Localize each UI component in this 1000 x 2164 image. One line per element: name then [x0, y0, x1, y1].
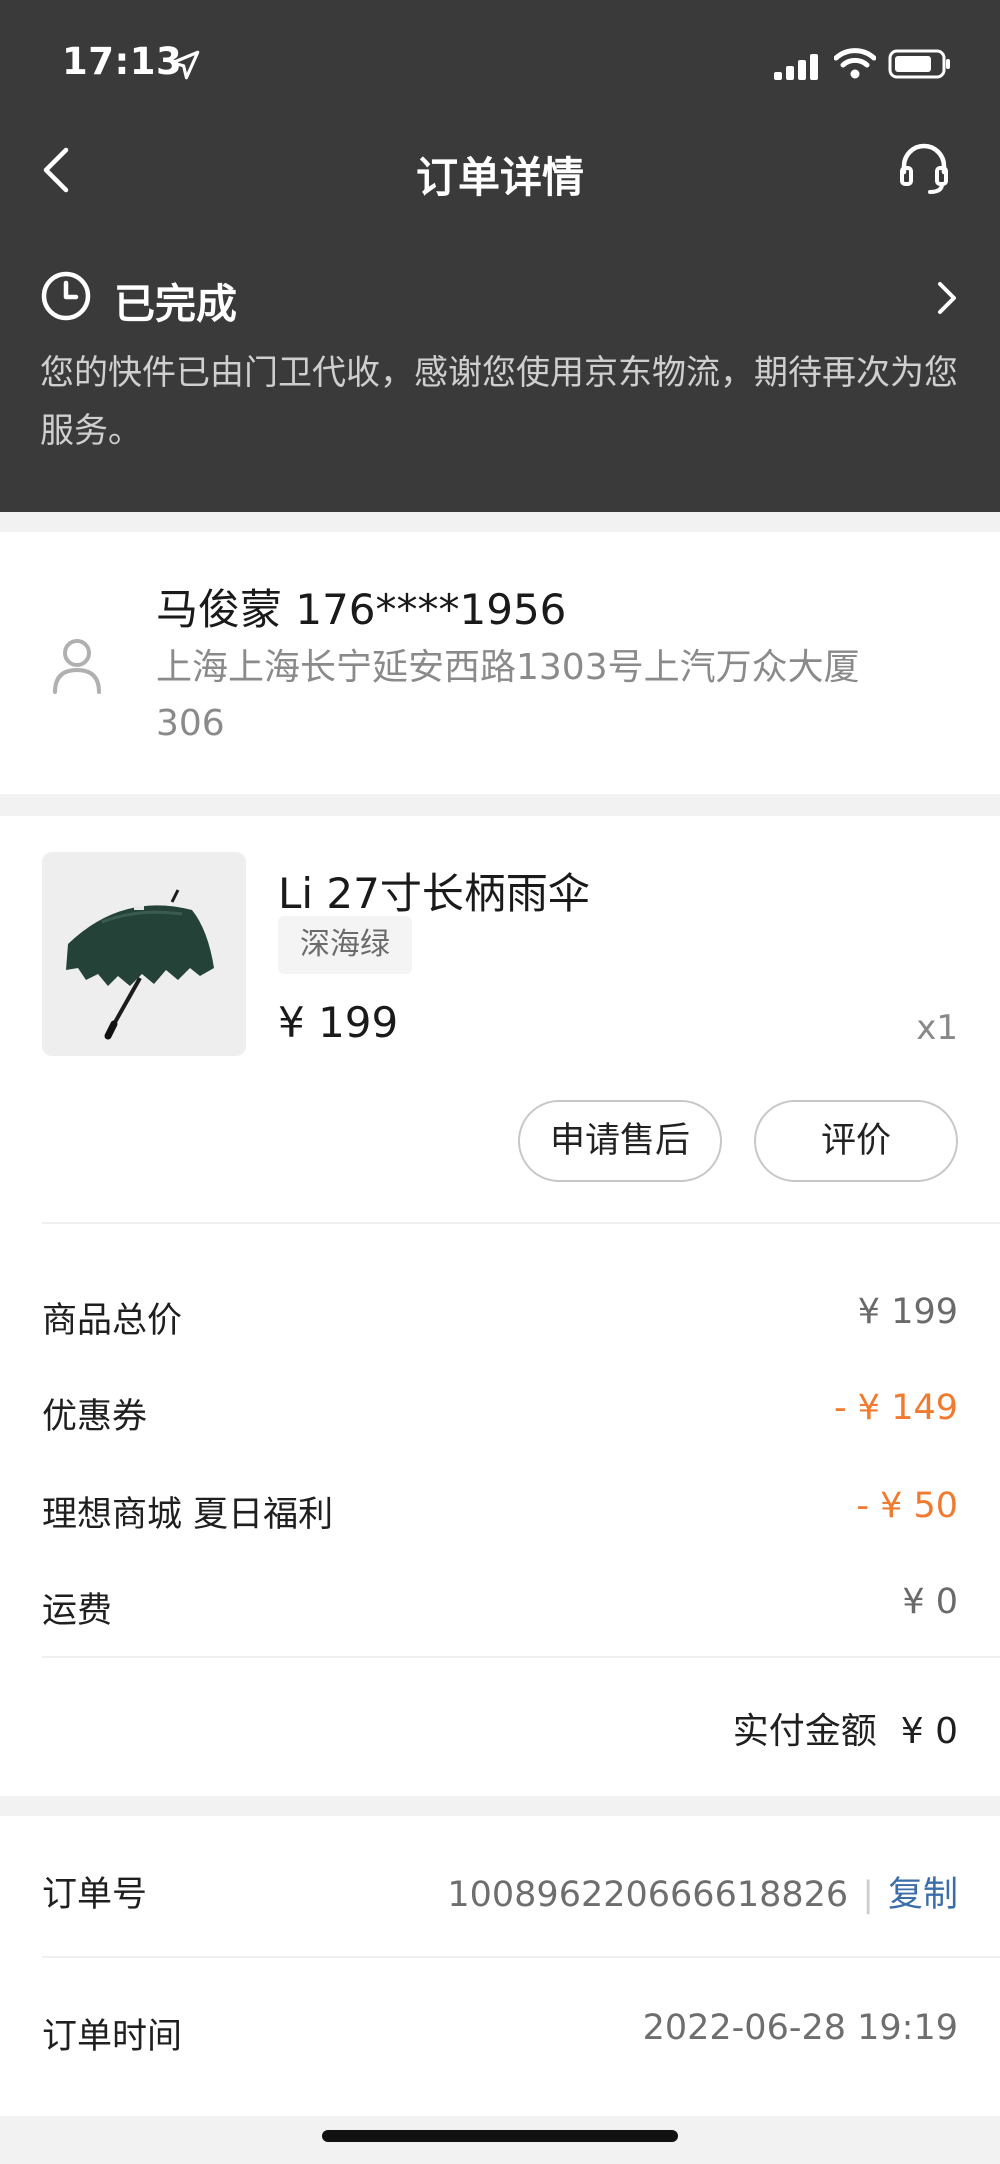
home-indicator [322, 2130, 678, 2142]
address-card: 马俊蒙 176****1956 上海上海长宁延安西路1303号上汽万众大厦306 [0, 532, 1000, 794]
order-time-row: 订单时间 2022-06-28 19:19 [42, 2008, 958, 2068]
summary-row-shipping: 运费 ¥ 0 [42, 1582, 958, 1642]
summary-row-coupon: 优惠券 - ¥ 149 [42, 1388, 958, 1448]
recipient-name-phone: 马俊蒙 176****1956 [156, 585, 567, 634]
wifi-icon [834, 48, 876, 79]
review-button[interactable]: 评价 [754, 1100, 958, 1182]
summary-label: 理想商城 夏日福利 [42, 1495, 334, 1535]
summary-value: - ¥ 50 [856, 1486, 958, 1526]
product-image[interactable] [42, 852, 246, 1056]
summary-row-goods-total: 商品总价 ¥ 199 [42, 1292, 958, 1352]
order-number-row: 订单号 100896220666618826 | 复制 [42, 1866, 958, 1926]
product-variant-tag: 深海绿 [278, 916, 412, 974]
order-status-title: 已完成 [114, 280, 237, 328]
paid-amount: 实付金额 ¥ 0 [733, 1702, 958, 1754]
product-card: Li 27寸长柄雨伞 深海绿 ¥ 199 x1 申请售后 评价 商品总价 ¥ 1… [0, 816, 1000, 1796]
product-quantity: x1 [916, 1008, 958, 1048]
summary-label: 商品总价 [42, 1301, 183, 1341]
summary-value: - ¥ 149 [834, 1388, 958, 1428]
clock-icon [41, 271, 91, 321]
separator: | [862, 1875, 874, 1915]
divider [42, 1222, 1000, 1224]
chevron-right-icon [938, 282, 956, 314]
navigation-bar: 订单详情 [0, 130, 1000, 210]
summary-value: ¥ 199 [857, 1292, 958, 1332]
summary-label: 运费 [42, 1591, 113, 1631]
order-time: 2022-06-28 19:19 [642, 2008, 958, 2048]
customer-service-headset-icon[interactable] [896, 140, 952, 196]
paid-value: ¥ 0 [900, 1711, 958, 1752]
order-info-card: 订单号 100896220666618826 | 复制 订单时间 2022-06-2… [0, 1816, 1000, 2116]
paid-label: 实付金额 [732, 1711, 877, 1752]
order-number-value-group: 100896220666618826 | 复制 [447, 1866, 958, 1917]
product-name: Li 27寸长柄雨伞 [278, 869, 590, 918]
order-header: 17:13 订单详情 已完成 您的快件已由门卫代收，感谢您使用京东物流，期待再次… [0, 0, 1000, 512]
order-number: 100896220666618826 [447, 1875, 849, 1915]
location-arrow-icon [170, 50, 200, 80]
after-sale-button[interactable]: 申请售后 [518, 1100, 722, 1182]
summary-row-promotion: 理想商城 夏日福利 - ¥ 50 [42, 1486, 958, 1546]
recipient-address: 上海上海长宁延安西路1303号上汽万众大厦306 [156, 647, 860, 744]
signal-icon [774, 54, 818, 80]
battery-icon [888, 49, 950, 79]
order-status-description: 您的快件已由门卫代收，感谢您使用京东物流，期待再次为您服务。 [40, 353, 958, 451]
umbrella-image [66, 889, 214, 1040]
copy-order-number-button[interactable]: 复制 [888, 1875, 958, 1915]
order-status-row[interactable]: 已完成 [40, 268, 960, 328]
status-bar: 17:13 [0, 0, 1000, 130]
status-time: 17:13 [62, 40, 183, 83]
page-title: 订单详情 [415, 153, 584, 202]
product-price: ¥ 199 [278, 998, 399, 1047]
divider [42, 1956, 1000, 1958]
summary-value: ¥ 0 [902, 1582, 958, 1622]
summary-label: 优惠券 [42, 1397, 148, 1437]
order-time-label: 订单时间 [42, 2017, 183, 2057]
order-number-label: 订单号 [42, 1875, 148, 1915]
person-icon [53, 639, 101, 694]
divider [42, 1656, 1000, 1658]
